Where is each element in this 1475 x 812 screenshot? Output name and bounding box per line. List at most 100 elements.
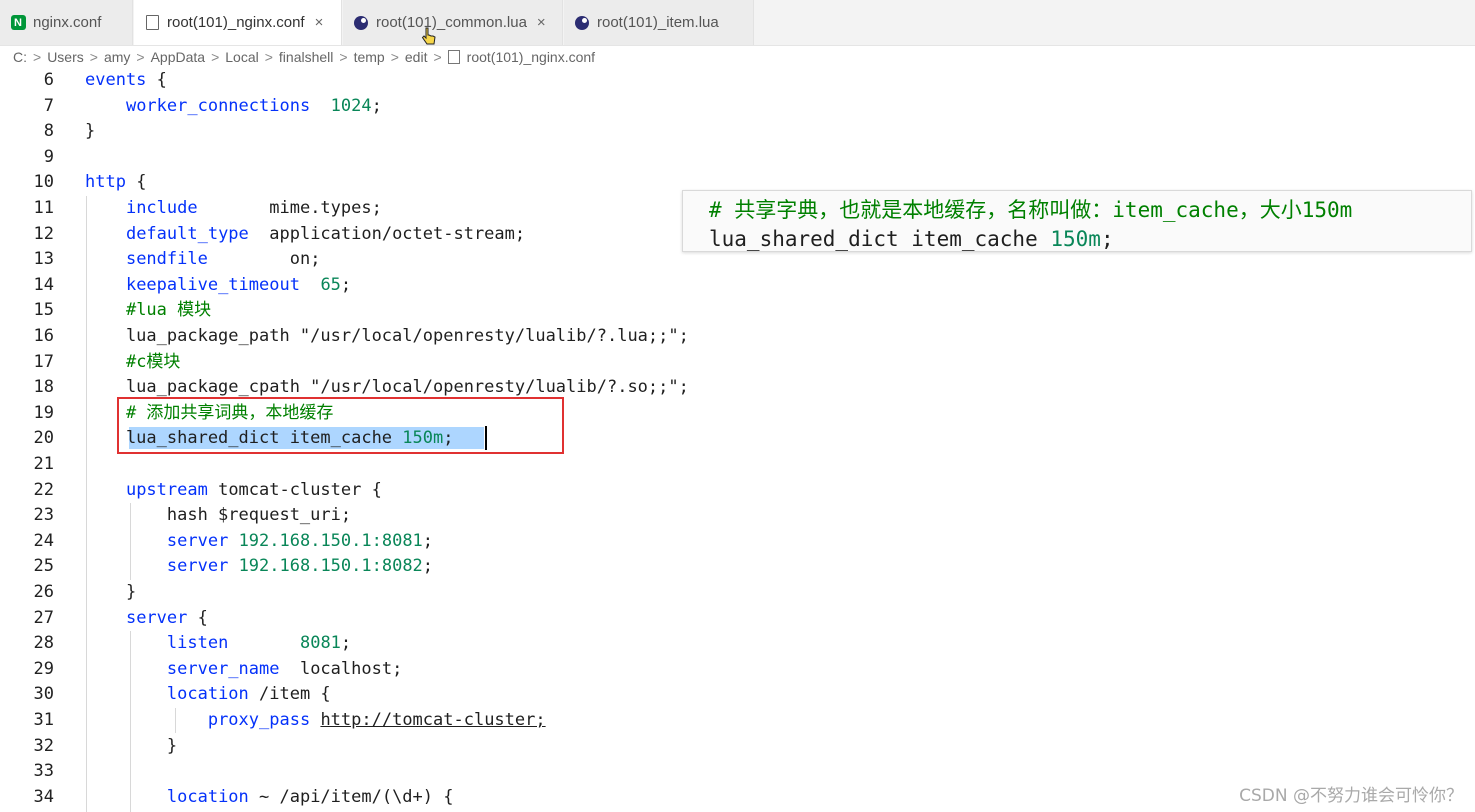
code-line[interactable]: 29 server_name localhost;: [0, 657, 1475, 683]
code-token: lua_package_path "/usr/local/openresty/l…: [85, 326, 689, 346]
tab-nginx-conf[interactable]: N nginx.conf: [0, 0, 133, 45]
breadcrumb-separator: >: [433, 49, 442, 65]
code-line[interactable]: 17 #c模块: [0, 350, 1475, 376]
close-icon[interactable]: ×: [315, 14, 324, 31]
breadcrumb-separator: >: [390, 49, 399, 65]
tab-bar: N nginx.conf root(101)_nginx.conf × root…: [0, 0, 1475, 46]
line-code: server 192.168.150.1:8082;: [85, 554, 433, 580]
breadcrumb-item[interactable]: finalshell: [279, 49, 333, 65]
breadcrumb-separator: >: [33, 49, 42, 65]
line-code: lua_package_path "/usr/local/openresty/l…: [85, 324, 689, 350]
code-line[interactable]: 6 events {: [0, 68, 1475, 94]
line-number: 7: [43, 95, 54, 116]
code-token: upstream: [125, 479, 208, 500]
code-token: ;: [422, 530, 434, 551]
breadcrumb-item[interactable]: C:: [13, 49, 27, 65]
code-token: server: [125, 607, 188, 628]
line-code: hash $request_uri;: [85, 503, 351, 529]
code-token: ;: [340, 633, 352, 654]
watermark: CSDN @不努力谁会可怜你？: [1239, 786, 1463, 806]
code-token: application/octet-stream;: [248, 223, 526, 244]
line-number: 32: [33, 735, 54, 756]
code-line[interactable]: 15 #lua 模块: [0, 298, 1475, 324]
code-line[interactable]: 30 location /item {: [0, 682, 1475, 708]
file-icon: [144, 15, 160, 31]
code-line[interactable]: 32 }: [0, 734, 1475, 760]
line-code: listen 8081;: [85, 631, 351, 657]
line-number: 33: [33, 761, 54, 782]
breadcrumb-item[interactable]: Users: [47, 49, 84, 65]
code-token: include: [125, 198, 198, 218]
breadcrumb-item[interactable]: edit: [405, 49, 428, 65]
line-number: 34: [33, 786, 54, 807]
line-number: 20: [33, 428, 54, 449]
code-token: localhost;: [279, 658, 403, 679]
line-code: #lua 模块: [85, 298, 211, 324]
code-token: ;: [371, 95, 382, 116]
breadcrumb-item[interactable]: amy: [104, 49, 130, 65]
line-code: }: [85, 119, 95, 145]
line-code: #c模块: [85, 350, 180, 376]
tab-label: nginx.conf: [33, 14, 102, 31]
code-line[interactable]: 28 listen 8081;: [0, 631, 1475, 657]
line-code: }: [85, 580, 136, 606]
code-line[interactable]: 14 keepalive_timeout 65;: [0, 273, 1475, 299]
code-token: /item {: [248, 684, 331, 705]
code-token: on;: [207, 249, 321, 270]
code-editor[interactable]: 6 events {7 worker_connections 1024; 8} 9 10…: [0, 68, 1475, 812]
line-code: sendfile on;: [85, 247, 320, 273]
code-token: 65: [320, 274, 341, 295]
code-line[interactable]: 8}: [0, 119, 1475, 145]
line-code: server_name localhost;: [85, 657, 402, 683]
breadcrumb-item[interactable]: Local: [225, 49, 258, 65]
code-token: location: [166, 786, 249, 807]
line-number: 19: [33, 402, 54, 423]
callout-code-end: ;: [1100, 227, 1114, 251]
close-icon[interactable]: ×: [537, 14, 546, 31]
code-line[interactable]: 7 worker_connections 1024;: [0, 94, 1475, 120]
code-token: }: [85, 735, 178, 756]
callout-comment: # 共享字典，也就是本地缓存，名称叫做：item_cache，大小150m: [709, 198, 1353, 222]
code-line[interactable]: 25 server 192.168.150.1:8082;: [0, 554, 1475, 580]
code-token: default_type: [125, 223, 249, 244]
code-line[interactable]: 24 server 192.168.150.1:8081;: [0, 529, 1475, 555]
tab-root101-common-lua[interactable]: root(101)_common.lua ×: [343, 0, 563, 45]
code-line[interactable]: 31 proxy_pass http://tomcat-cluster;: [0, 708, 1475, 734]
code-token: server_name: [166, 658, 280, 679]
code-line[interactable]: 26 }: [0, 580, 1475, 606]
lua-icon: [353, 15, 369, 31]
tab-label: root(101)_common.lua: [376, 14, 527, 31]
hand-pointer-icon: [421, 27, 436, 45]
breadcrumb-item[interactable]: temp: [354, 49, 385, 65]
code-token: ;: [340, 274, 352, 295]
line-code: location /item {: [85, 682, 331, 708]
line-number: 27: [33, 607, 54, 628]
highlight-box: [117, 397, 564, 454]
line-number: 26: [33, 582, 54, 602]
tab-root101-nginx-conf[interactable]: root(101)_nginx.conf ×: [134, 0, 342, 45]
line-number: 13: [33, 249, 54, 270]
code-token: mime.types;: [197, 198, 382, 218]
code-line[interactable]: 9: [0, 145, 1475, 171]
breadcrumb-separator: >: [211, 49, 220, 65]
breadcrumb-item-file[interactable]: root(101)_nginx.conf: [467, 49, 595, 65]
code-line[interactable]: 21: [0, 452, 1475, 478]
code-line[interactable]: 22 upstream tomcat-cluster {: [0, 478, 1475, 504]
tab-root101-item-lua[interactable]: root(101)_item.lua: [564, 0, 754, 45]
code-line[interactable]: 23 hash $request_uri;: [0, 503, 1475, 529]
code-token: server: [166, 556, 229, 577]
breadcrumb-item[interactable]: AppData: [151, 49, 205, 65]
code-line[interactable]: 16 lua_package_path "/usr/local/openrest…: [0, 324, 1475, 350]
code-line[interactable]: 27 server {: [0, 606, 1475, 632]
